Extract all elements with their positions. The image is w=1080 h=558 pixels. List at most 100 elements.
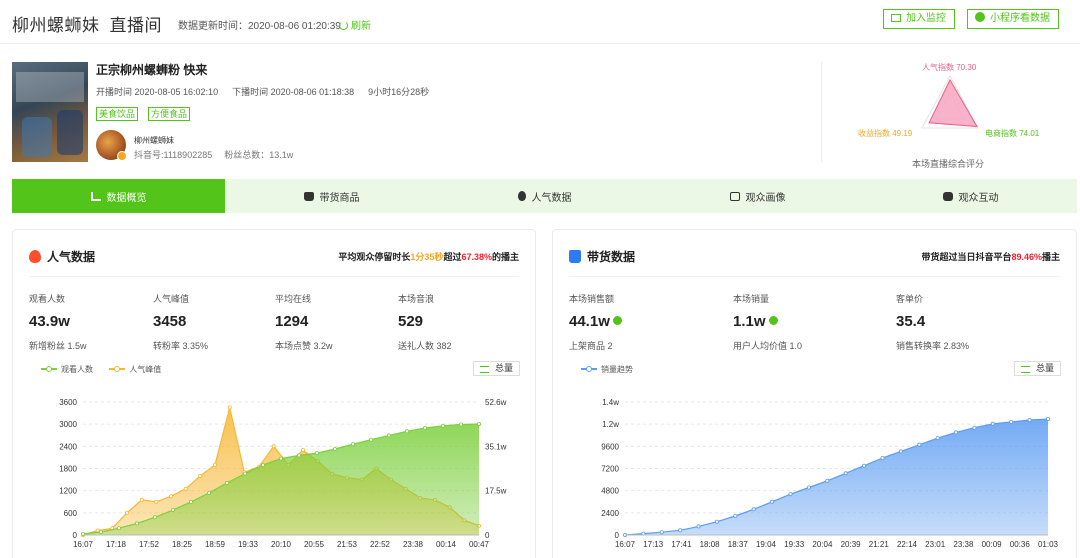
x-tick: 17:13 xyxy=(643,540,664,549)
legend-sales[interactable]: 销量趋势 xyxy=(581,365,633,374)
data-point xyxy=(422,426,427,431)
total-toggle-button[interactable]: 总量 xyxy=(1014,361,1061,376)
data-point xyxy=(733,513,738,518)
tab-label: 人气数据 xyxy=(531,192,572,204)
data-point xyxy=(168,494,173,499)
account-meta: 抖音号:1118902285 粉丝总数：13.1w xyxy=(134,148,305,161)
x-tick: 19:33 xyxy=(784,540,805,549)
tag-instant-food[interactable]: 方便食品 xyxy=(148,107,191,121)
mini-program-button[interactable]: 小程序看数据 xyxy=(967,9,1059,29)
legend-label: 人气峰值 xyxy=(129,365,162,374)
x-tick: 00:36 xyxy=(1010,540,1031,549)
data-point xyxy=(1027,418,1032,423)
data-point xyxy=(696,524,701,529)
data-point xyxy=(825,478,830,483)
x-tick: 20:04 xyxy=(812,540,833,549)
tab-label: 数据概览 xyxy=(106,192,147,204)
stat-label: 本场音浪 xyxy=(398,294,435,304)
data-point xyxy=(135,521,140,526)
end-time: 下播时间 2020-08-06 01:18:38 xyxy=(232,87,355,97)
stat-value: 1.1w xyxy=(733,313,802,330)
x-tick: 23:01 xyxy=(925,540,946,549)
data-point xyxy=(386,433,391,438)
fire-icon xyxy=(29,250,41,263)
fans-total: 粉丝总数：13.1w xyxy=(224,150,294,160)
refresh-label: 刷新 xyxy=(351,21,371,32)
summary-mid: 超过 xyxy=(443,252,462,262)
data-point xyxy=(242,471,247,476)
y-tick-right: 17.5w xyxy=(485,487,507,496)
summary-time: 1分35秒 xyxy=(410,252,444,262)
tab-popularity[interactable]: 人气数据 xyxy=(438,179,651,213)
add-monitor-label: 加入监控 xyxy=(906,13,946,24)
bar-chart-icon xyxy=(90,191,101,201)
stat-sub: 销售转换率 2.83% xyxy=(896,341,970,351)
tab-audience-profile[interactable]: 观众画像 xyxy=(651,179,864,213)
refresh-icon xyxy=(339,21,348,30)
revenue-index: 收益指数 49.19 xyxy=(858,129,913,138)
summary-suffix: 播主 xyxy=(1041,252,1060,262)
mini-program-icon xyxy=(975,12,985,22)
account-name[interactable]: 柳州螺蛳妹 xyxy=(134,135,174,146)
data-point xyxy=(139,497,144,502)
stat-avg-online: 平均在线 1294 本场点赞 3.2w xyxy=(275,292,333,352)
data-point xyxy=(440,423,445,428)
legend-viewers[interactable]: 观看人数 xyxy=(41,365,93,374)
data-point xyxy=(880,456,885,461)
popularity-chart: 3600 3000 2400 1800 1200 600 0 52.6w 35.1w 17.5w 0… xyxy=(59,398,507,549)
live-times: 开播时间 2020-08-05 16:02:10 下播时间 2020-08-06 … xyxy=(96,85,443,98)
live-cover-image[interactable] xyxy=(12,62,88,162)
divider xyxy=(29,276,519,277)
radar-score-area xyxy=(928,78,978,128)
data-point xyxy=(212,462,217,467)
tab-label: 带货商品 xyxy=(319,192,360,204)
x-tick: 17:18 xyxy=(106,540,127,549)
data-point xyxy=(296,453,301,458)
data-point xyxy=(1009,420,1014,425)
x-tick: 18:08 xyxy=(700,540,721,549)
tab-audience-interaction[interactable]: 观众互动 xyxy=(864,179,1077,213)
stat-sub: 用户人均价值 1.0 xyxy=(733,341,803,351)
stat-label: 本场销售额 xyxy=(569,294,615,304)
data-point xyxy=(198,473,203,478)
stat-sales-amount: 本场销售额 44.1w 上架商品 2 xyxy=(569,292,622,352)
tab-overview[interactable]: 数据概览 xyxy=(12,179,225,213)
x-tick: 17:52 xyxy=(139,540,160,549)
add-monitor-button[interactable]: 加入监控 xyxy=(883,9,955,29)
y-tick: 2400 xyxy=(601,509,619,518)
x-tick: 18:25 xyxy=(172,540,193,549)
x-tick: 20:39 xyxy=(841,540,862,549)
page-title: 柳州螺蛳妹 直播间 xyxy=(12,11,162,36)
stat-sub: 新增粉丝 1.5w xyxy=(29,341,87,351)
data-point xyxy=(368,437,373,442)
tab-products[interactable]: 带货商品 xyxy=(225,179,438,213)
legend-label: 观看人数 xyxy=(61,365,93,374)
start-time: 开播时间 2020-08-05 16:02:10 xyxy=(96,87,219,97)
refresh-button[interactable]: 刷新 xyxy=(339,17,371,32)
data-point xyxy=(300,448,305,453)
data-point xyxy=(271,444,276,449)
stat-sound-wave: 本场音浪 529 送礼人数 382 xyxy=(398,292,452,352)
check-icon xyxy=(612,316,622,325)
data-point xyxy=(154,499,159,504)
stat-label: 平均在线 xyxy=(275,294,312,304)
tag-food[interactable]: 美食饮品 xyxy=(96,107,139,121)
stat-sub: 上架商品 2 xyxy=(569,341,613,351)
legend-peak[interactable]: 人气峰值 xyxy=(109,365,161,374)
x-tick: 19:04 xyxy=(756,540,777,549)
stat-value-text: 44.1w xyxy=(569,313,610,330)
data-point xyxy=(278,456,283,461)
ecommerce-index: 电商指数 74.01 xyxy=(985,129,1040,138)
chat-icon xyxy=(942,191,953,201)
y-tick-right: 52.6w xyxy=(485,398,507,407)
total-toggle-button[interactable]: 总量 xyxy=(473,361,520,376)
y-tick-left: 600 xyxy=(64,509,78,518)
stat-value-text: 1.1w xyxy=(733,313,766,330)
popularity-index: 人气指数 70.30 xyxy=(922,63,977,72)
data-point xyxy=(170,507,175,512)
summary-suffix: 的播主 xyxy=(491,252,519,262)
data-point xyxy=(476,422,481,427)
panel-summary: 带货超过当日抖音平台89.46%播主 xyxy=(921,250,1060,263)
legend-marker xyxy=(41,366,57,372)
avatar[interactable] xyxy=(96,130,127,161)
